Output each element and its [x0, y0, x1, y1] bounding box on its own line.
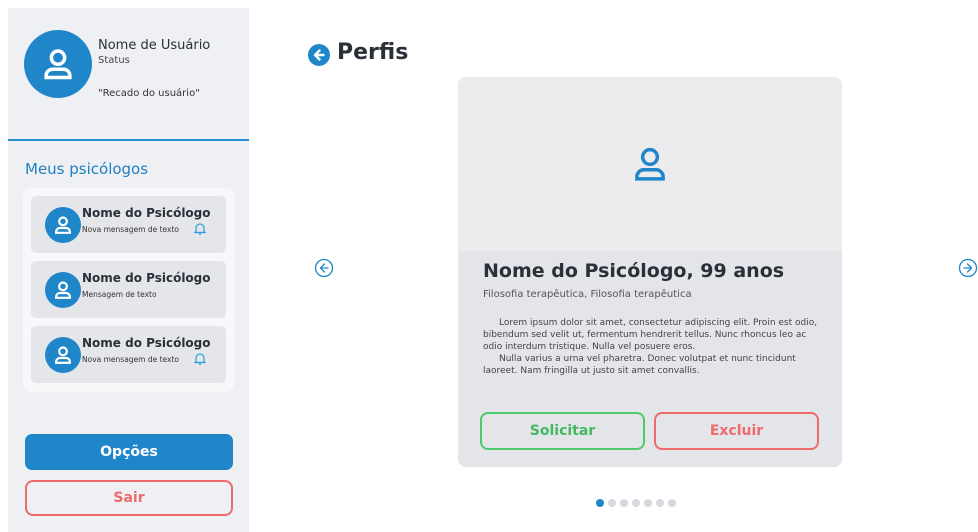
- user-icon: [635, 147, 665, 181]
- bio-paragraph: Lorem ipsum dolor sit amet, consectetur …: [483, 318, 818, 352]
- psychologist-name: Nome do Psicólogo: [82, 271, 211, 285]
- user-icon: [44, 49, 72, 80]
- profile-photo: [458, 77, 842, 251]
- user-status: Status: [98, 55, 130, 66]
- pagination-dot[interactable]: [668, 499, 676, 507]
- psychologist-avatar: [45, 337, 81, 373]
- next-arrow-icon[interactable]: [958, 258, 978, 278]
- profile-subtitle: Filosofia terapêutica, Filosofia terapêu…: [483, 289, 692, 300]
- psychologist-list-item[interactable]: Nome do Psicólogo Mensagem de texto: [31, 261, 226, 318]
- page-title: Perfis: [337, 40, 409, 65]
- previous-arrow-icon[interactable]: [314, 258, 334, 278]
- pagination-dots: [596, 499, 676, 507]
- user-avatar[interactable]: [24, 30, 92, 98]
- psychologist-list-item[interactable]: Nome do Psicólogo Nova mensagem de texto: [31, 196, 226, 253]
- delete-button[interactable]: Excluir: [654, 412, 819, 450]
- profile-bio: Lorem ipsum dolor sit amet, consectetur …: [483, 317, 823, 377]
- user-icon: [55, 281, 71, 299]
- user-note: "Recado do usuário": [98, 88, 200, 99]
- bell-icon[interactable]: [194, 222, 206, 235]
- pagination-dot[interactable]: [620, 499, 628, 507]
- back-arrow-icon[interactable]: [308, 44, 330, 66]
- psychologist-avatar: [45, 207, 81, 243]
- user-name: Nome de Usuário: [98, 38, 211, 53]
- pagination-dot[interactable]: [632, 499, 640, 507]
- pagination-dot[interactable]: [596, 499, 604, 507]
- profile-name: Nome do Psicólogo, 99 anos: [483, 260, 785, 282]
- sidebar: Nome de Usuário Status "Recado do usuári…: [8, 8, 249, 532]
- psychologist-name: Nome do Psicólogo: [82, 336, 211, 350]
- psychologist-list: Nome do Psicólogo Nova mensagem de texto…: [23, 188, 234, 392]
- bell-icon[interactable]: [194, 352, 206, 365]
- psychologist-message: Nova mensagem de texto: [82, 355, 180, 364]
- exit-button[interactable]: Sair: [25, 480, 233, 516]
- bio-paragraph: Nulla varius a urna vel pharetra. Donec …: [483, 354, 796, 376]
- profile-card: Nome do Psicólogo, 99 anos Filosofia ter…: [458, 77, 842, 467]
- user-icon: [55, 216, 71, 234]
- psychologist-name: Nome do Psicólogo: [82, 206, 211, 220]
- psychologist-avatar: [45, 272, 81, 308]
- section-title: Meus psicólogos: [25, 160, 149, 178]
- psychologist-message: Nova mensagem de texto: [82, 225, 180, 234]
- pagination-dot[interactable]: [608, 499, 616, 507]
- user-icon: [55, 346, 71, 364]
- request-button[interactable]: Solicitar: [480, 412, 645, 450]
- options-button[interactable]: Opções: [25, 434, 233, 470]
- app-root: Nome de Usuário Status "Recado do usuári…: [0, 0, 978, 532]
- pagination-dot[interactable]: [656, 499, 664, 507]
- user-profile-header: Nome de Usuário Status "Recado do usuári…: [8, 8, 249, 141]
- psychologist-message: Mensagem de texto: [82, 290, 157, 299]
- pagination-dot[interactable]: [644, 499, 652, 507]
- psychologist-list-item[interactable]: Nome do Psicólogo Nova mensagem de texto: [31, 326, 226, 383]
